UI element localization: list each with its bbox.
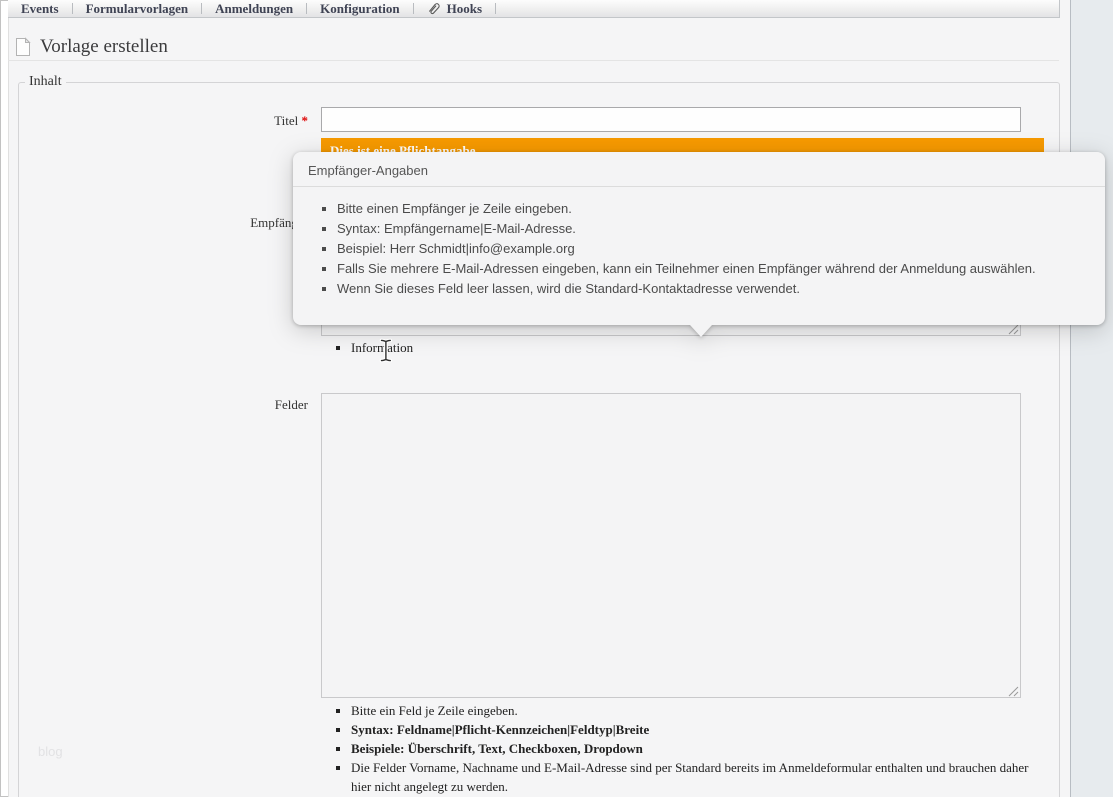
watermark-text: blog xyxy=(38,744,63,759)
tab-hooks-label: Hooks xyxy=(446,0,483,16)
tooltip-title: Empfänger-Angaben xyxy=(293,152,1105,187)
tab-hooks[interactable]: Hooks xyxy=(414,1,495,17)
fieldset-legend: Inhalt xyxy=(29,74,62,89)
document-icon xyxy=(14,37,32,57)
felder-hint-item: Die Felder Vorname, Nachname und E-Mail-… xyxy=(351,758,1043,796)
titel-label-text: Titel xyxy=(274,113,299,128)
tab-formularvorlagen[interactable]: Formularvorlagen xyxy=(73,1,202,17)
right-side-panel xyxy=(1070,0,1113,797)
tab-events[interactable]: Events xyxy=(8,1,72,17)
tooltip-item: Beispiel: Herr Schmidt|info@example.org xyxy=(337,239,1087,259)
page-title: Vorlage erstellen xyxy=(40,36,168,57)
titel-label: Titel * xyxy=(18,113,308,129)
empfaenger-tooltip: Empfänger-Angaben Bitte einen Empfänger … xyxy=(293,152,1105,337)
tab-events-label: Events xyxy=(21,0,59,16)
felder-textarea[interactable] xyxy=(321,393,1021,698)
tooltip-item: Syntax: Empfängername|E-Mail-Adresse. xyxy=(337,219,1087,239)
app-window: Events Formularvorlagen Anmeldungen Konf… xyxy=(0,0,1113,797)
tab-anmeldungen-label: Anmeldungen xyxy=(215,0,294,16)
felder-hint-item: Bitte ein Feld je Zeile eingeben. xyxy=(351,701,1043,720)
resize-grip-icon[interactable] xyxy=(1008,324,1019,335)
page-header: Vorlage erstellen xyxy=(14,36,168,58)
tooltip-item: Falls Sie mehrere E-Mail-Adressen eingeb… xyxy=(337,259,1087,279)
tab-divider xyxy=(495,3,497,14)
tooltip-item-list: Bitte einen Empfänger je Zeile eingeben.… xyxy=(293,199,1087,299)
text-cursor-icon xyxy=(378,338,394,363)
tab-konfiguration[interactable]: Konfiguration xyxy=(307,1,412,17)
felder-label: Felder xyxy=(274,397,308,412)
header-divider xyxy=(8,60,1059,61)
felder-hint-item: Beispiele: Überschrift, Text, Checkboxen… xyxy=(351,739,1043,758)
tab-formularvorlagen-label: Formularvorlagen xyxy=(85,0,189,16)
required-marker: * xyxy=(301,113,309,128)
felder-hint-item: Syntax: Feldname|Pflicht-Kennzeichen|Fel… xyxy=(351,720,1043,739)
resize-grip-icon[interactable] xyxy=(1008,686,1019,697)
empfaenger-hint-list: Information xyxy=(337,338,413,357)
titel-input[interactable] xyxy=(321,107,1021,132)
top-nav-tabbar: Events Formularvorlagen Anmeldungen Konf… xyxy=(8,0,1060,18)
tab-anmeldungen[interactable]: Anmeldungen xyxy=(202,1,306,17)
tab-konfiguration-label: Konfiguration xyxy=(320,0,400,16)
paperclip-icon xyxy=(427,2,442,16)
tooltip-item: Wenn Sie dieses Feld leer lassen, wird d… xyxy=(337,279,1087,299)
felder-hint-list: Bitte ein Feld je Zeile eingeben. Syntax… xyxy=(337,701,1043,796)
tooltip-item: Bitte einen Empfänger je Zeile eingeben. xyxy=(337,199,1087,219)
empfaenger-label: Empfänger xyxy=(250,215,308,230)
